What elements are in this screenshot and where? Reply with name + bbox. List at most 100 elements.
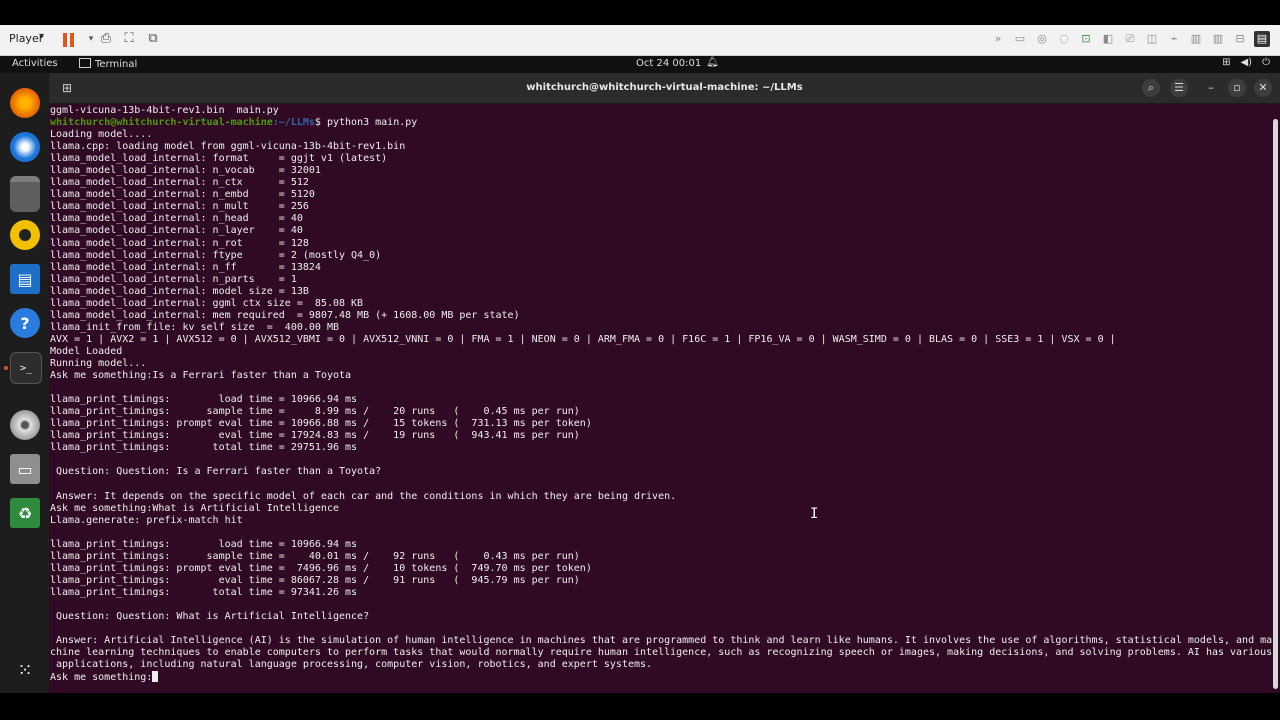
- usb-device-2-icon[interactable]: ▥: [1210, 31, 1226, 47]
- network-icon: ⊞: [1222, 57, 1231, 68]
- terminal-line: llama_model_load_internal: n_head = 40: [50, 213, 1275, 225]
- terminal-line-text: llama_model_load_internal: n_layer = 40: [50, 225, 303, 237]
- terminal-line-text: llama_print_timings: load time = 10966.9…: [50, 394, 358, 406]
- terminal-window[interactable]: ⊞ whitchurch@whitchurch-virtual-machine:…: [49, 73, 1280, 693]
- trash-icon[interactable]: ♻: [10, 498, 40, 528]
- terminal-line: llama_print_timings: eval time = 86067.2…: [50, 575, 1275, 587]
- rhythmbox-icon[interactable]: [10, 220, 40, 250]
- bell-icon[interactable]: 🔔︎: [706, 57, 719, 68]
- cd-icon[interactable]: ◎: [1034, 31, 1050, 47]
- terminal-line-text: llama.cpp: loading model from ggml-vicun…: [50, 141, 406, 153]
- unity-icon[interactable]: ⧉: [145, 31, 161, 47]
- terminal-line: Question: Question: What is Artificial I…: [50, 611, 1275, 623]
- terminal-line: llama_model_load_internal: ftype = 2 (mo…: [50, 250, 1275, 262]
- forward-icon[interactable]: »: [990, 31, 1006, 47]
- usb-device-icon[interactable]: ▥: [1188, 31, 1204, 47]
- chevron-down-icon[interactable]: ▾: [83, 31, 99, 47]
- usb-icon[interactable]: ◌: [1056, 31, 1072, 47]
- terminal-header-bar: ⊞ whitchurch@whitchurch-virtual-machine:…: [49, 73, 1280, 104]
- search-icon[interactable]: ⌕: [1142, 79, 1160, 97]
- clock[interactable]: Oct 24 00:01: [636, 58, 701, 69]
- terminal-line-text: chine learning techniques to enable comp…: [50, 647, 1273, 659]
- terminal-line-text: Question: Question: What is Artificial I…: [50, 610, 370, 622]
- terminal-line: llama_model_load_internal: n_mult = 256: [50, 201, 1275, 213]
- chevron-down-icon[interactable]: ▾: [39, 31, 44, 42]
- printer-icon[interactable]: ⎚: [1122, 31, 1138, 47]
- terminal-line: llama_print_timings: total time = 29751.…: [50, 442, 1275, 454]
- terminal-line: llama_print_timings: prompt eval time = …: [50, 563, 1275, 575]
- terminal-line: Model Loaded: [50, 346, 1275, 358]
- terminal-line-text: Question: Question: Is a Ferrari faster …: [50, 466, 382, 478]
- terminal-line-text: applications, including natural language…: [50, 659, 653, 671]
- pause-icon[interactable]: [63, 33, 75, 47]
- maximize-icon[interactable]: ▫: [1228, 79, 1246, 97]
- terminal-line-text: Model Loaded: [50, 345, 123, 357]
- floppy-icon[interactable]: ▭: [10, 454, 40, 484]
- hamburger-menu-icon[interactable]: ☰: [1170, 79, 1188, 97]
- terminal-line-text: llama_print_timings: eval time = 86067.2…: [50, 574, 580, 586]
- terminal-line-text: Answer: Artificial Intelligence (AI) is …: [50, 635, 1273, 647]
- minimize-icon[interactable]: –: [1202, 79, 1220, 97]
- bluetooth-icon[interactable]: ⌁: [1166, 31, 1182, 47]
- app-grid-icon[interactable]: ⁙: [10, 655, 40, 685]
- terminal-line: llama_print_timings: load time = 10966.9…: [50, 394, 1275, 406]
- terminal-line-text: Llama.generate: prefix-match hit: [50, 514, 243, 526]
- terminal-icon[interactable]: >_: [4, 352, 42, 384]
- terminal-line: chine learning techniques to enable comp…: [50, 647, 1275, 659]
- terminal-output[interactable]: ggml-vicuna-13b-4bit-rev1.bin main.py whi…: [50, 105, 1275, 691]
- network-icon[interactable]: ⊡: [1078, 31, 1094, 47]
- activities-button[interactable]: Activities: [12, 58, 58, 69]
- command-text: $ python3 main.py: [314, 117, 418, 129]
- terminal-line: Loading model....: [50, 129, 1275, 141]
- message-icon[interactable]: ▤: [1254, 31, 1270, 47]
- firefox-icon[interactable]: [10, 88, 40, 118]
- dock: ▤ ? >_ ▭ ♻ ⁙: [0, 73, 49, 693]
- terminal-line-text: Answer: It depends on the specific model…: [50, 490, 677, 502]
- close-icon[interactable]: ✕: [1254, 79, 1272, 97]
- camera-icon[interactable]: ◫: [1144, 31, 1160, 47]
- scrollbar[interactable]: [1273, 119, 1278, 689]
- power-icon: ⏻: [1262, 57, 1270, 68]
- terminal-line: llama_model_load_internal: ggml ctx size…: [50, 298, 1275, 310]
- terminal-line-text: Running model...: [50, 357, 147, 369]
- devices-icon[interactable]: ⎙: [98, 31, 114, 47]
- files-icon[interactable]: [10, 176, 40, 212]
- app-menu[interactable]: Terminal: [79, 58, 137, 70]
- terminal-line-text: llama_print_timings: sample time = 8.99 …: [50, 406, 580, 418]
- terminal-line-text: llama_model_load_internal: n_embd = 5120: [50, 189, 315, 201]
- help-icon[interactable]: ?: [10, 308, 40, 338]
- terminal-line-text: llama_init_from_file: kv self size = 400…: [50, 321, 339, 333]
- sound-icon[interactable]: ◧: [1100, 31, 1116, 47]
- terminal-line-text: llama_model_load_internal: n_vocab = 320…: [50, 165, 321, 177]
- thunderbird-icon[interactable]: [10, 132, 40, 162]
- terminal-line-text: llama_model_load_internal: ggml ctx size…: [50, 297, 364, 309]
- terminal-line: whitchurch@whitchurch-virtual-machine:~/…: [50, 117, 1275, 129]
- terminal-line-text: llama_print_timings: prompt eval time = …: [50, 418, 592, 430]
- terminal-line-text: llama_model_load_internal: format = ggjt…: [50, 153, 388, 165]
- writer-icon[interactable]: ▤: [10, 264, 40, 294]
- terminal-line-text: llama_model_load_internal: n_rot = 128: [50, 237, 309, 249]
- terminal-line: llama_print_timings: sample time = 8.99 …: [50, 406, 1275, 418]
- terminal-line: llama_print_timings: eval time = 17924.8…: [50, 430, 1275, 442]
- terminal-line-text: ggml-vicuna-13b-4bit-rev1.bin main.py: [50, 105, 279, 116]
- letterbox-bar: [0, 693, 1280, 720]
- terminal-line: llama_print_timings: total time = 97341.…: [50, 587, 1275, 599]
- network-2-icon[interactable]: ⊟: [1232, 31, 1248, 47]
- app-menu-label: Terminal: [95, 59, 138, 70]
- terminal-line-text: Ask me something:Is a Ferrari faster tha…: [50, 370, 352, 382]
- fit-window-icon[interactable]: ⛶: [121, 31, 137, 47]
- terminal-line-text: llama_print_timings: prompt eval time = …: [50, 562, 592, 574]
- system-tray[interactable]: ⊞ ◀) ⏻: [1222, 57, 1270, 68]
- disc-icon[interactable]: [10, 410, 40, 440]
- terminal-line-text: llama_model_load_internal: n_ff = 13824: [50, 261, 321, 273]
- terminal-line: Ask me something:: [50, 671, 1275, 683]
- volume-icon: ◀): [1240, 57, 1253, 68]
- terminal-line: applications, including natural language…: [50, 659, 1275, 671]
- hdd-icon[interactable]: ▭: [1012, 31, 1028, 47]
- terminal-cursor: [152, 671, 159, 683]
- terminal-line: Llama.generate: prefix-match hit: [50, 515, 1275, 527]
- prompt-path: :~/LLMs: [272, 117, 315, 129]
- terminal-line: llama_model_load_internal: n_layer = 40: [50, 225, 1275, 237]
